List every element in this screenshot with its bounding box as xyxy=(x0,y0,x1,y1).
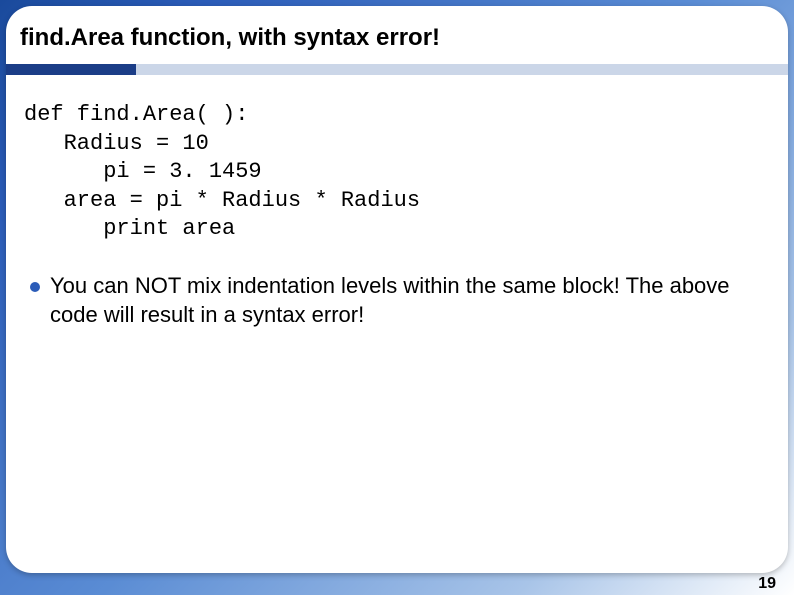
code-block: def find.Area( ): Radius = 10 pi = 3. 14… xyxy=(24,101,770,244)
content-area: def find.Area( ): Radius = 10 pi = 3. 14… xyxy=(6,75,788,329)
bullet-row: You can NOT mix indentation levels withi… xyxy=(24,272,770,329)
slide-title: find.Area function, with syntax error! xyxy=(20,24,774,52)
title-area: find.Area function, with syntax error! xyxy=(6,6,788,64)
bullet-text: You can NOT mix indentation levels withi… xyxy=(50,272,764,329)
page-number: 19 xyxy=(758,575,776,593)
bullet-icon xyxy=(30,282,40,292)
slide-card: find.Area function, with syntax error! d… xyxy=(6,6,788,573)
title-divider xyxy=(6,64,788,75)
divider-accent xyxy=(6,64,136,75)
divider-fill xyxy=(136,64,788,75)
